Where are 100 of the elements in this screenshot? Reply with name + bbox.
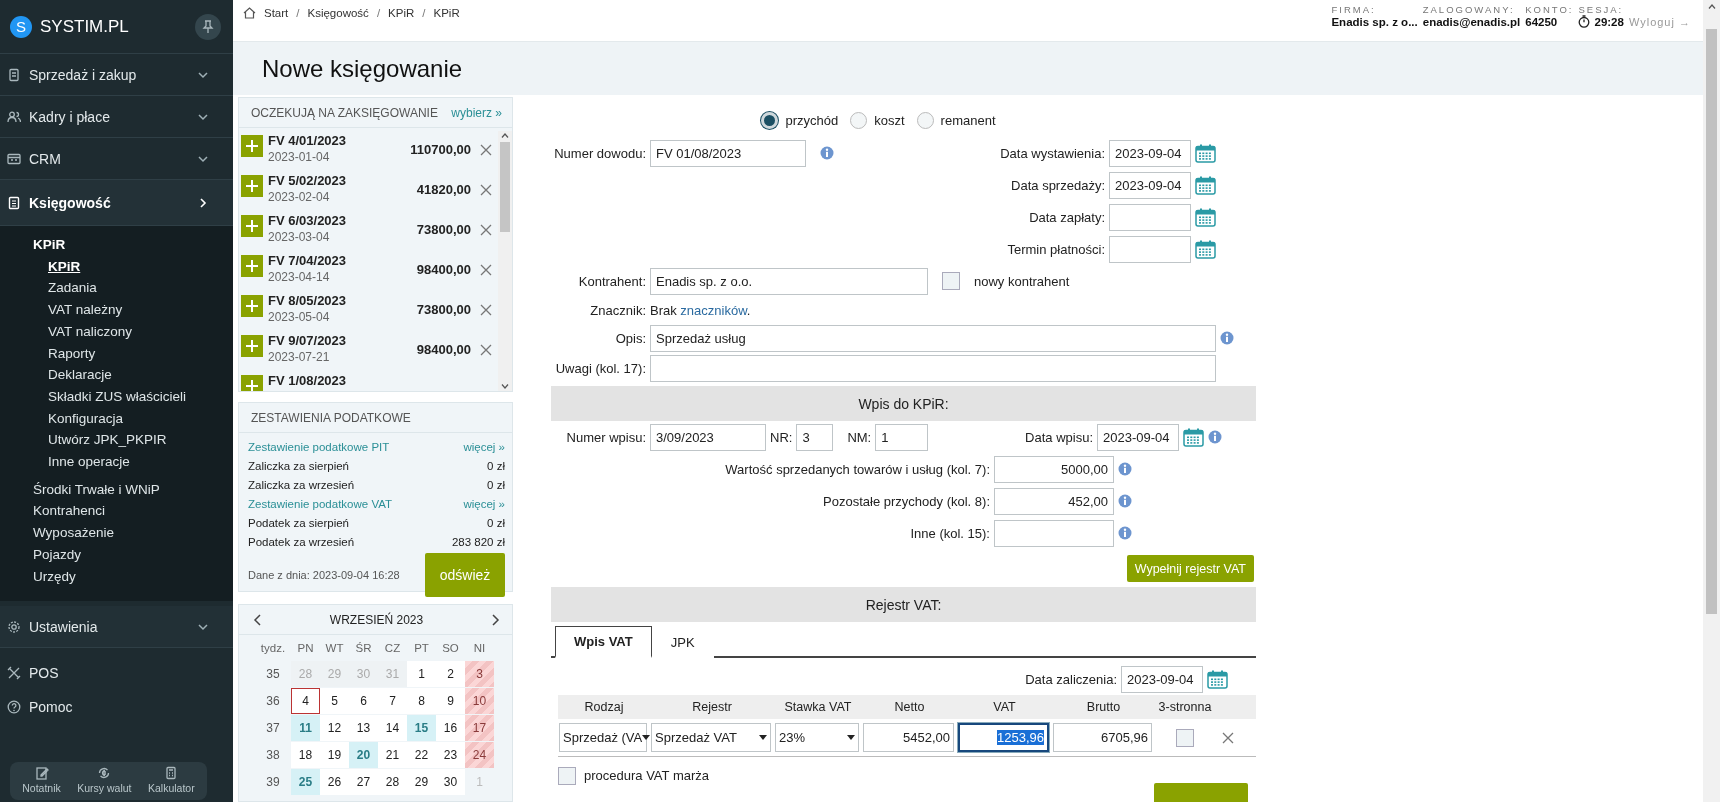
select-field[interactable]: Sprzedaż (VA xyxy=(559,723,647,752)
breadcrumb-link[interactable]: Start xyxy=(264,7,289,19)
tool-button[interactable]: Notatnik xyxy=(22,766,61,797)
amount-field[interactable] xyxy=(994,519,1114,547)
tab[interactable]: Wpis VAT xyxy=(555,626,652,658)
checkbox[interactable] xyxy=(1176,728,1194,747)
calendar-day[interactable]: 15 xyxy=(407,715,436,741)
menu-item[interactable]: Środki Trwałe i WNiP xyxy=(0,478,233,501)
calendar-day[interactable]: 14 xyxy=(378,715,407,741)
date-field[interactable] xyxy=(1109,203,1191,231)
calendar-day[interactable]: 29 xyxy=(407,769,436,795)
calendar-day[interactable]: 6 xyxy=(349,688,378,714)
close-icon[interactable] xyxy=(480,304,492,316)
menu-item[interactable]: Księgowość xyxy=(0,180,233,226)
add-button[interactable] xyxy=(241,255,263,277)
calendar-day[interactable]: 25 xyxy=(291,769,320,795)
tool-button[interactable]: Kursy walut xyxy=(77,766,132,797)
menu-item[interactable]: Ustawienia xyxy=(0,606,233,649)
tool-button[interactable]: Kalkulator xyxy=(148,766,195,797)
calendar-icon[interactable] xyxy=(1183,427,1204,447)
menu-item[interactable]: Urzędy xyxy=(0,565,233,588)
calendar-day[interactable]: 5 xyxy=(320,688,349,714)
info-icon[interactable] xyxy=(1208,430,1222,444)
menu-item[interactable]: KPiR xyxy=(0,255,233,278)
calendar-day[interactable]: 11 xyxy=(291,715,320,741)
checkbox[interactable] xyxy=(942,272,960,290)
text-field[interactable]: Sprzedaż usług xyxy=(650,324,1216,352)
calendar-day[interactable]: 17 xyxy=(465,715,494,741)
calendar-day[interactable]: 22 xyxy=(407,742,436,768)
pin-button[interactable] xyxy=(195,13,221,40)
calendar-day[interactable]: 1 xyxy=(407,661,436,687)
menu-item[interactable]: Składki ZUS właścicieli xyxy=(0,385,233,408)
radio-button[interactable] xyxy=(761,111,779,129)
info-icon[interactable] xyxy=(1118,526,1132,540)
calendar-day[interactable]: 13 xyxy=(349,715,378,741)
breadcrumb-link[interactable]: Księgowość xyxy=(307,7,369,19)
calendar-day[interactable]: 20 xyxy=(349,742,378,768)
calendar-day[interactable]: 12 xyxy=(320,715,349,741)
breadcrumb-link[interactable]: KPiR xyxy=(388,7,415,19)
calendar-day[interactable]: 23 xyxy=(436,742,465,768)
close-icon[interactable] xyxy=(480,224,492,236)
select-field[interactable]: Sprzedaż VAT xyxy=(651,723,771,752)
home-icon[interactable] xyxy=(243,7,256,19)
calendar-day[interactable]: 7 xyxy=(378,688,407,714)
tags-link[interactable]: znaczników xyxy=(680,302,747,318)
amount-field[interactable]: 5000,00 xyxy=(994,455,1114,483)
menu-item[interactable]: Pojazdy xyxy=(0,543,233,566)
amount-field[interactable]: 5452,00 xyxy=(863,723,954,752)
breadcrumb-link[interactable]: KPiR xyxy=(433,7,460,19)
calendar-day[interactable]: 3 xyxy=(465,661,494,687)
radio-button[interactable] xyxy=(850,111,868,129)
select-field[interactable]: 23% xyxy=(775,723,859,752)
info-icon[interactable] xyxy=(820,146,834,160)
calendar-day[interactable]: 8 xyxy=(407,688,436,714)
calendar-icon[interactable] xyxy=(1195,207,1216,227)
date-field[interactable] xyxy=(1109,235,1191,263)
calendar-day[interactable]: 24 xyxy=(465,742,494,768)
menu-item[interactable]: Kadry i płace xyxy=(0,96,233,138)
menu-item[interactable]: Inne operacje xyxy=(0,451,233,473)
more-link[interactable]: więcej » xyxy=(463,440,505,453)
calendar-icon[interactable] xyxy=(1195,175,1216,195)
add-button[interactable] xyxy=(241,375,263,391)
close-icon[interactable] xyxy=(480,184,492,196)
menu-item[interactable]: Wyposażenie xyxy=(0,522,233,544)
previous-icon[interactable] xyxy=(253,613,261,626)
text-field[interactable] xyxy=(650,354,1216,382)
date-field[interactable]: 2023-09-04 xyxy=(1109,139,1191,167)
calendar-icon[interactable] xyxy=(1207,669,1228,689)
menu-item[interactable]: Utwórz JPK_PKPIR xyxy=(0,429,233,452)
date-field[interactable]: 2023-09-04 xyxy=(1121,665,1203,693)
text-field[interactable]: Enadis sp. z o.o. xyxy=(650,267,928,295)
menu-item[interactable]: Zadania xyxy=(0,277,233,300)
checkbox[interactable] xyxy=(558,767,576,785)
calendar-day[interactable]: 30 xyxy=(436,769,465,795)
calendar-day[interactable]: 18 xyxy=(291,742,320,768)
menu-item[interactable]: Konfiguracja xyxy=(0,407,233,430)
add-button[interactable] xyxy=(241,135,263,157)
calendar-day[interactable]: 16 xyxy=(436,715,465,741)
calendar-day[interactable]: 27 xyxy=(349,769,378,795)
next-icon[interactable] xyxy=(492,613,500,626)
scrollbar-thumb[interactable] xyxy=(1706,29,1717,614)
report-link[interactable]: Zestawienie podatkowe PIT xyxy=(248,440,390,453)
close-icon[interactable] xyxy=(480,344,492,356)
amount-field[interactable]: 1253,96 xyxy=(958,723,1049,752)
add-button[interactable] xyxy=(241,295,263,317)
report-link[interactable]: Zestawienie podatkowe VAT xyxy=(248,497,393,510)
calendar-day[interactable]: 4 xyxy=(291,688,320,714)
menu-item[interactable]: VAT naliczony xyxy=(0,320,233,343)
calendar-day[interactable]: 19 xyxy=(320,742,349,768)
text-field[interactable]: 3 xyxy=(796,423,834,451)
menu-item[interactable]: KPiR xyxy=(0,234,233,256)
radio-button[interactable] xyxy=(916,111,934,129)
menu-item[interactable]: VAT należny xyxy=(0,299,233,321)
select-link[interactable]: wybierz » xyxy=(451,105,502,120)
text-field[interactable]: FV 01/08/2023 xyxy=(650,139,806,167)
calendar-day[interactable]: 21 xyxy=(378,742,407,768)
menu-item[interactable]: Raporty xyxy=(0,342,233,365)
menu-item[interactable]: Pomoc xyxy=(0,690,233,725)
add-button[interactable] xyxy=(241,335,263,357)
calendar-day[interactable]: 10 xyxy=(465,688,494,714)
